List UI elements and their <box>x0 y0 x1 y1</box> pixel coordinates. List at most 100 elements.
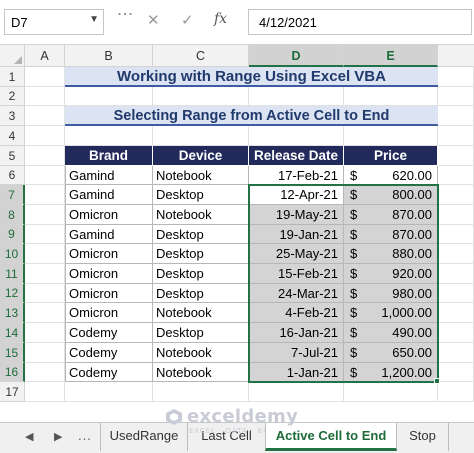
grid-cell[interactable] <box>153 126 249 146</box>
grid-cell[interactable] <box>25 166 65 185</box>
column-header-e[interactable]: E <box>344 45 438 67</box>
device-cell[interactable]: Notebook <box>153 363 249 382</box>
price-cell[interactable]: $800.00 <box>344 185 438 205</box>
release-date-cell[interactable]: 17-Feb-21 <box>249 166 344 185</box>
device-cell[interactable]: Notebook <box>153 303 249 323</box>
next-sheet-icon[interactable]: ▶ <box>54 430 62 443</box>
grid-cell[interactable] <box>438 303 474 323</box>
price-cell[interactable]: $980.00 <box>344 284 438 303</box>
header-release-date[interactable]: Release Date <box>249 146 344 166</box>
release-date-cell[interactable]: 16-Jan-21 <box>249 323 344 343</box>
grid-cell[interactable] <box>25 323 65 343</box>
tab-last-cell[interactable]: Last Cell <box>188 423 266 451</box>
grid-cell[interactable] <box>438 146 474 166</box>
grid-cell[interactable] <box>438 205 474 225</box>
grid-cell[interactable] <box>438 284 474 303</box>
device-cell[interactable]: Notebook <box>153 205 249 225</box>
brand-cell[interactable]: Omicron <box>65 264 153 284</box>
grid-cell[interactable] <box>438 106 474 126</box>
grid-cell[interactable] <box>25 264 65 284</box>
brand-cell[interactable]: Codemy <box>65 363 153 382</box>
release-date-cell[interactable]: 15-Feb-21 <box>249 264 344 284</box>
previous-sheet-icon[interactable]: ◀ <box>25 430 33 443</box>
row-header-14[interactable]: 14 <box>0 323 25 343</box>
price-cell[interactable]: $620.00 <box>344 166 438 185</box>
enter-check-icon[interactable]: ✓ <box>181 11 194 29</box>
header-price[interactable]: Price <box>344 146 438 166</box>
price-cell[interactable]: $870.00 <box>344 205 438 225</box>
grid-cell[interactable] <box>438 225 474 244</box>
grid-cell[interactable] <box>65 87 153 106</box>
column-header-b[interactable]: B <box>65 45 153 67</box>
brand-cell[interactable]: Omicron <box>65 205 153 225</box>
release-date-cell[interactable]: 7-Jul-21 <box>249 343 344 363</box>
row-header-16[interactable]: 16 <box>0 363 25 382</box>
row-header-6[interactable]: 6 <box>0 166 25 185</box>
grid-cell[interactable] <box>249 87 344 106</box>
column-header-c[interactable]: C <box>153 45 249 67</box>
grid-cell[interactable] <box>438 185 474 205</box>
grid-cell[interactable] <box>438 343 474 363</box>
grid-cell[interactable] <box>344 126 438 146</box>
device-cell[interactable]: Desktop <box>153 244 249 264</box>
active-cell-release-date[interactable]: 12-Apr-21 <box>249 185 344 205</box>
grid-cell[interactable] <box>25 106 65 126</box>
row-header-8[interactable]: 8 <box>0 205 25 225</box>
fill-handle[interactable] <box>434 378 440 384</box>
header-device[interactable]: Device <box>153 146 249 166</box>
device-cell[interactable]: Desktop <box>153 323 249 343</box>
grid-cell[interactable] <box>344 382 438 402</box>
row-header-15[interactable]: 15 <box>0 343 25 363</box>
grid-cell[interactable] <box>153 382 249 402</box>
row-header-9[interactable]: 9 <box>0 225 25 244</box>
grid-cell[interactable] <box>438 67 474 87</box>
brand-cell[interactable]: Codemy <box>65 343 153 363</box>
grid-cell[interactable] <box>438 87 474 106</box>
device-cell[interactable]: Desktop <box>153 264 249 284</box>
price-cell[interactable]: $920.00 <box>344 264 438 284</box>
row-header-13[interactable]: 13 <box>0 303 25 323</box>
grid-cell[interactable] <box>65 126 153 146</box>
formula-bar-resize-handle[interactable]: ⋮ <box>115 6 134 21</box>
tab-usedrange[interactable]: UsedRange <box>100 423 188 451</box>
grid-cell[interactable] <box>438 363 474 382</box>
price-cell[interactable]: $870.00 <box>344 225 438 244</box>
grid-cell[interactable] <box>25 303 65 323</box>
chevron-down-icon[interactable]: ▼ <box>89 14 99 25</box>
device-cell[interactable]: Desktop <box>153 284 249 303</box>
price-cell[interactable]: $650.00 <box>344 343 438 363</box>
release-date-cell[interactable]: 24-Mar-21 <box>249 284 344 303</box>
brand-cell[interactable]: Gamind <box>65 225 153 244</box>
header-brand[interactable]: Brand <box>65 146 153 166</box>
grid-cell[interactable] <box>25 225 65 244</box>
row-header-12[interactable]: 12 <box>0 284 25 303</box>
name-box[interactable]: D7 ▼ <box>4 9 104 35</box>
row-header-10[interactable]: 10 <box>0 244 25 264</box>
grid-cell[interactable] <box>249 382 344 402</box>
grid-cell[interactable] <box>438 166 474 185</box>
formula-input[interactable]: 4/12/2021 <box>248 9 472 35</box>
device-cell[interactable]: Desktop <box>153 225 249 244</box>
grid-cell[interactable] <box>25 146 65 166</box>
price-cell[interactable]: $1,000.00 <box>344 303 438 323</box>
device-cell[interactable]: Notebook <box>153 343 249 363</box>
row-header-3[interactable]: 3 <box>0 106 25 126</box>
device-cell[interactable]: Notebook <box>153 166 249 185</box>
row-header-17[interactable]: 17 <box>0 382 25 402</box>
row-header-5[interactable]: 5 <box>0 146 25 166</box>
grid-cell[interactable] <box>153 87 249 106</box>
grid-cell[interactable] <box>25 363 65 382</box>
release-date-cell[interactable]: 4-Feb-21 <box>249 303 344 323</box>
grid-cell[interactable] <box>438 244 474 264</box>
brand-cell[interactable]: Gamind <box>65 166 153 185</box>
cancel-icon[interactable]: ✕ <box>147 11 160 29</box>
price-cell[interactable]: $880.00 <box>344 244 438 264</box>
row-header-11[interactable]: 11 <box>0 264 25 284</box>
brand-cell[interactable]: Gamind <box>65 185 153 205</box>
row-header-7[interactable]: 7 <box>0 185 25 205</box>
row-header-1[interactable]: 1 <box>0 67 25 87</box>
brand-cell[interactable]: Omicron <box>65 303 153 323</box>
grid-cell[interactable] <box>25 382 65 402</box>
row-header-2[interactable]: 2 <box>0 87 25 106</box>
grid-cell[interactable] <box>438 126 474 146</box>
